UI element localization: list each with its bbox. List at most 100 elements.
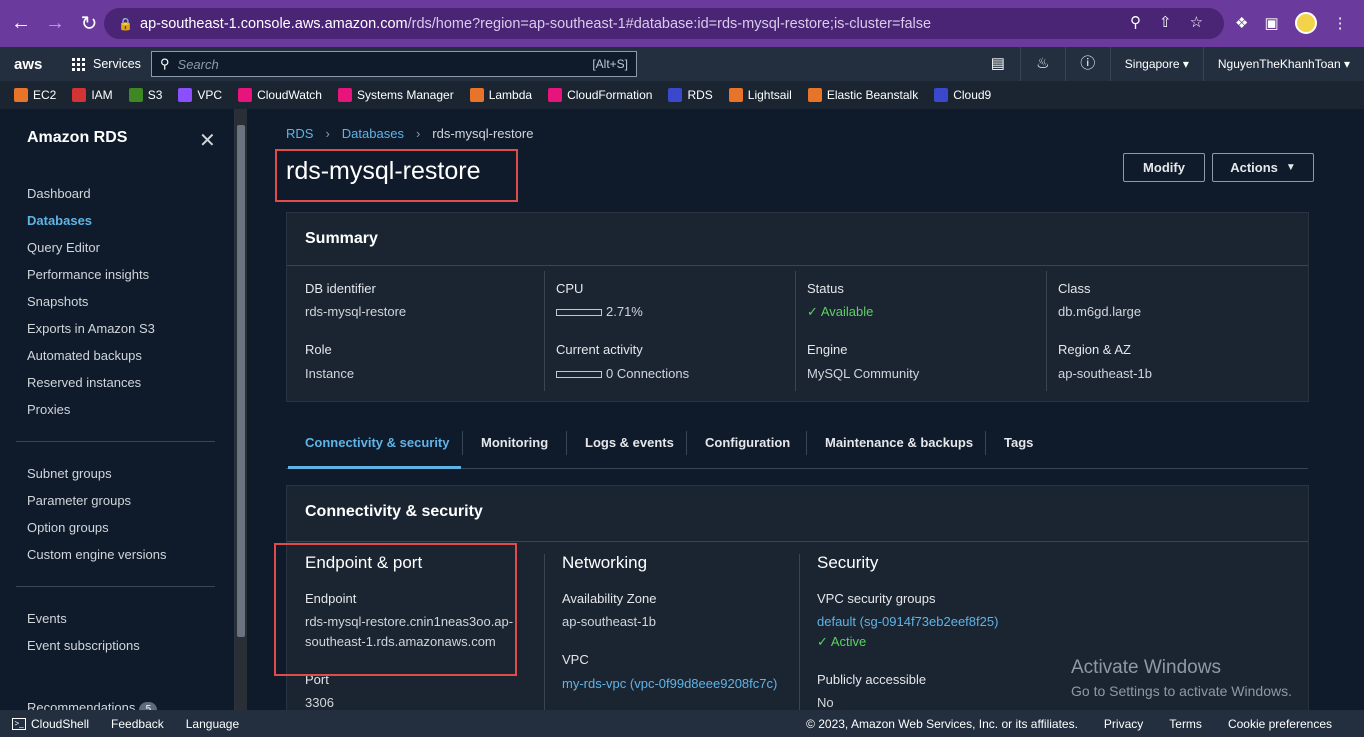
- services-menu[interactable]: Services: [72, 57, 141, 71]
- favorite-ec2[interactable]: EC2: [14, 88, 56, 102]
- search-input[interactable]: ⚲ Search [Alt+S]: [151, 51, 637, 77]
- search-placeholder: Search: [177, 56, 219, 72]
- tab-monitoring[interactable]: Monitoring: [481, 435, 548, 450]
- close-icon[interactable]: ✕: [199, 128, 216, 153]
- extensions-icon[interactable]: ❖: [1235, 14, 1248, 32]
- tab-divider: [462, 431, 463, 455]
- sidebar-item-subnet-groups[interactable]: Subnet groups: [27, 466, 112, 481]
- highlight-box: [275, 149, 518, 202]
- panel-divider: [287, 541, 1308, 542]
- actions-button[interactable]: Actions ▼: [1212, 153, 1314, 182]
- favorite-lambda[interactable]: Lambda: [469, 88, 532, 102]
- role-label: Role: [305, 342, 332, 357]
- feedback-link[interactable]: Feedback: [111, 717, 164, 731]
- breadcrumb-rds[interactable]: RDS: [286, 126, 313, 141]
- sidebar-scrollbar[interactable]: [235, 109, 247, 710]
- favorite-lightsail[interactable]: Lightsail: [728, 88, 792, 102]
- sidebar-item-exports-s3[interactable]: Exports in Amazon S3: [27, 321, 155, 336]
- favorites-bar: EC2 IAM S3 VPC CloudWatch Systems Manager Lamb…: [0, 81, 1364, 109]
- zoom-icon[interactable]: ⚲: [1130, 13, 1141, 31]
- search-shortcut: [Alt+S]: [592, 57, 628, 71]
- favorite-label: Lightsail: [747, 88, 792, 102]
- lock-icon: 🔒: [118, 16, 133, 31]
- status-label: Status: [807, 281, 844, 296]
- scrollbar-thumb[interactable]: [237, 125, 245, 637]
- sidebar-item-performance-insights[interactable]: Performance insights: [27, 267, 149, 282]
- privacy-link[interactable]: Privacy: [1104, 717, 1143, 731]
- vpc-link[interactable]: my-rds-vpc (vpc-0f99d8eee9208fc7c): [562, 676, 777, 691]
- sidebar-item-snapshots[interactable]: Snapshots: [27, 294, 88, 309]
- favorite-systems-manager[interactable]: Systems Manager: [337, 88, 454, 102]
- modify-button[interactable]: Modify: [1123, 153, 1205, 182]
- favorite-cloudwatch[interactable]: CloudWatch: [238, 88, 322, 102]
- favorite-label: Systems Manager: [356, 88, 454, 102]
- tab-tags[interactable]: Tags: [1004, 435, 1033, 450]
- panel-divider: [287, 265, 1308, 266]
- sidebar-item-custom-engine-versions[interactable]: Custom engine versions: [27, 547, 166, 562]
- favorite-vpc[interactable]: VPC: [178, 88, 222, 102]
- az-value: ap-southeast-1b: [562, 614, 656, 629]
- summary-heading: Summary: [305, 230, 378, 247]
- cloudshell-icon[interactable]: ▤: [976, 47, 1021, 81]
- tab-maintenance-backups[interactable]: Maintenance & backups: [825, 435, 973, 450]
- sidebar-item-event-subscriptions[interactable]: Event subscriptions: [27, 638, 140, 653]
- sg-link[interactable]: default (sg-0914f73eb2eef8f25): [817, 614, 998, 629]
- share-icon[interactable]: ⇧: [1159, 13, 1172, 31]
- favorite-label: Cloud9: [953, 88, 992, 102]
- more-menu-icon[interactable]: ⋮: [1333, 14, 1348, 32]
- breadcrumb-databases[interactable]: Databases: [342, 126, 404, 141]
- grid-icon: [72, 57, 85, 71]
- help-icon[interactable]: ⓘ: [1066, 47, 1111, 81]
- breadcrumb: RDS › Databases › rds-mysql-restore: [286, 126, 533, 141]
- tab-divider: [566, 431, 567, 455]
- sidebar-divider: [16, 441, 215, 442]
- sidebar-item-automated-backups[interactable]: Automated backups: [27, 348, 142, 363]
- sidebar-item-reserved-instances[interactable]: Reserved instances: [27, 375, 141, 390]
- column-divider: [1046, 271, 1047, 391]
- region-selector[interactable]: Singapore ▾: [1111, 47, 1204, 81]
- terms-link[interactable]: Terms: [1169, 717, 1202, 731]
- favorite-elastic-beanstalk[interactable]: Elastic Beanstalk: [807, 88, 918, 102]
- console-footer: >_ CloudShell Feedback Language © 2023, A…: [0, 710, 1364, 737]
- address-bar[interactable]: 🔒 ap-southeast-1.console.aws.amazon.com /…: [104, 8, 1224, 39]
- favorite-iam[interactable]: IAM: [72, 88, 113, 102]
- url-path: /rds/home?region=ap-southeast-1#database…: [407, 15, 932, 32]
- public-label: Publicly accessible: [817, 672, 927, 687]
- cloudshell-button[interactable]: >_ CloudShell: [12, 717, 89, 731]
- back-arrow-icon[interactable]: ←: [6, 9, 36, 39]
- activate-windows-title: Activate Windows: [1071, 657, 1221, 678]
- caret-down-icon: ▼: [1285, 162, 1296, 173]
- sidebar-item-databases[interactable]: Databases: [27, 213, 92, 228]
- db-identifier-label: DB identifier: [305, 281, 376, 296]
- favorite-cloud9[interactable]: Cloud9: [934, 88, 991, 102]
- sidebar-item-dashboard[interactable]: Dashboard: [27, 186, 91, 201]
- sidebar-item-query-editor[interactable]: Query Editor: [27, 240, 100, 255]
- sidebar-item-option-groups[interactable]: Option groups: [27, 520, 109, 535]
- reload-icon[interactable]: ↻: [74, 9, 104, 39]
- favorite-rds[interactable]: RDS: [668, 88, 713, 102]
- cpu-progress-bar: [556, 309, 602, 317]
- side-panel-icon[interactable]: ▣: [1264, 14, 1278, 32]
- sidebar-item-proxies[interactable]: Proxies: [27, 402, 70, 417]
- favorite-label: CloudWatch: [257, 88, 322, 102]
- favorite-cloudformation[interactable]: CloudFormation: [548, 88, 652, 102]
- actions-label: Actions: [1230, 160, 1278, 175]
- bookmark-star-icon[interactable]: ☆: [1190, 13, 1203, 31]
- modify-label: Modify: [1143, 160, 1185, 175]
- forward-arrow-icon[interactable]: →: [40, 9, 70, 39]
- tab-configuration[interactable]: Configuration: [705, 435, 790, 450]
- copyright-text: © 2023, Amazon Web Services, Inc. or its…: [806, 716, 1078, 731]
- sidebar-item-events[interactable]: Events: [27, 611, 67, 626]
- cookie-preferences-link[interactable]: Cookie preferences: [1228, 717, 1332, 731]
- class-label: Class: [1058, 281, 1091, 296]
- cpu-value: 2.71%: [556, 304, 643, 319]
- sidebar-item-parameter-groups[interactable]: Parameter groups: [27, 493, 131, 508]
- language-link[interactable]: Language: [186, 717, 239, 731]
- aws-logo[interactable]: aws: [14, 56, 50, 73]
- tab-connectivity-security[interactable]: Connectivity & security: [305, 435, 450, 450]
- tab-logs-events[interactable]: Logs & events: [585, 435, 674, 450]
- bell-icon[interactable]: ♨: [1021, 47, 1066, 81]
- account-menu[interactable]: NguyenTheKhanhToan ▾: [1204, 47, 1364, 81]
- favorite-s3[interactable]: S3: [128, 88, 162, 102]
- profile-avatar[interactable]: [1294, 12, 1317, 34]
